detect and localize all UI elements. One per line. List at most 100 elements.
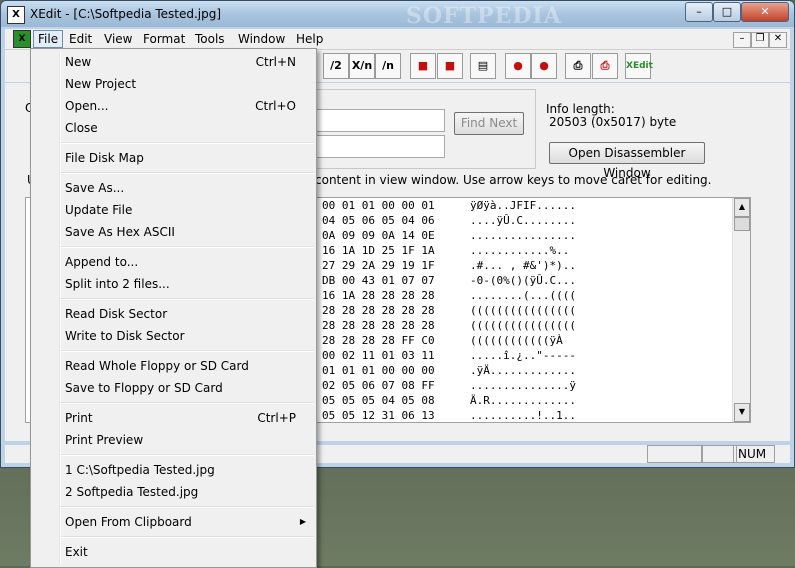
print-icon[interactable]: ⎙ <box>565 53 591 79</box>
title-bar[interactable]: X XEdit - [C:\Softpedia Tested.jpg] SOFT… <box>1 1 794 29</box>
file-menu-item-label: Read Whole Floppy or SD Card <box>65 359 249 373</box>
close-button[interactable]: ✕ <box>741 2 789 22</box>
file-menu-item[interactable]: Close <box>33 117 314 139</box>
file-menu-item[interactable]: Read Whole Floppy or SD Card <box>33 355 314 377</box>
mdi-restore-button[interactable]: ❐ <box>751 32 769 48</box>
mdi-close-button[interactable]: ✕ <box>769 32 787 48</box>
file-menu-item[interactable]: Write to Disk Sector <box>33 325 314 347</box>
hex-ascii-row[interactable]: .#... , #&')*).. <box>470 258 583 273</box>
file-menu-item[interactable]: Print Ctrl+P <box>33 407 314 429</box>
find-next-button[interactable]: Find Next <box>454 112 524 135</box>
toolbar-button-divide-two[interactable]: /2 <box>323 53 349 79</box>
file-menu-item-label: Open From Clipboard <box>65 515 192 529</box>
file-menu-item[interactable]: Open From Clipboard ▶ <box>33 511 314 533</box>
menu-tools[interactable]: Tools <box>191 31 229 47</box>
hex-bytes-row[interactable]: DB 00 43 01 07 07 <box>322 273 435 288</box>
file-menu-item[interactable]: Save As... <box>33 177 314 199</box>
hex-ascii-row[interactable]: .ÿÄ............. <box>470 363 583 378</box>
hex-bytes-row[interactable]: 0A 09 09 0A 14 0E <box>322 228 435 243</box>
hex-bytes-row[interactable]: 04 05 06 05 04 06 <box>322 213 435 228</box>
hex-ascii-row[interactable]: ....ÿÛ.C........ <box>470 213 583 228</box>
hex-ascii-row[interactable]: ÿØÿà..JFIF...... <box>470 198 583 213</box>
hex-bytes-row[interactable]: 05 05 05 04 05 08 <box>322 393 435 408</box>
mdi-minimize-button[interactable]: – <box>733 32 751 48</box>
scroll-thumb[interactable] <box>734 217 750 231</box>
hex-bytes-column[interactable]: 00 01 01 00 00 01 04 05 06 05 04 06 0A 09 … <box>322 198 435 422</box>
hex-ascii-row[interactable]: .....î.¿.."----- <box>470 348 583 363</box>
file-menu-item-label: Write to Disk Sector <box>65 329 185 343</box>
file-menu-item-label: New <box>65 55 92 69</box>
hex-ascii-column[interactable]: ÿØÿà..JFIF...... ....ÿÛ.C................… <box>470 198 583 422</box>
hex-bytes-row[interactable]: 00 02 11 01 03 11 <box>322 348 435 363</box>
menu-separator <box>61 506 314 508</box>
vertical-scrollbar[interactable]: ▲ ▼ <box>732 198 750 422</box>
hex-bytes-row[interactable]: 28 28 28 28 28 28 <box>322 303 435 318</box>
file-menu-item[interactable]: File Disk Map <box>33 147 314 169</box>
replace-input[interactable] <box>315 135 445 158</box>
hex-bytes-row[interactable]: 28 28 28 28 FF C0 <box>322 333 435 348</box>
file-menu-item[interactable]: Read Disk Sector <box>33 303 314 325</box>
find-icon[interactable]: ● <box>505 53 531 79</box>
hex-bytes-row[interactable]: 00 01 01 00 00 01 <box>322 198 435 213</box>
info-length-label: Info length: <box>546 102 615 116</box>
save-disk-icon[interactable]: ■ <box>410 53 436 79</box>
open-disassembler-button[interactable]: Open Disassembler Window <box>549 142 705 180</box>
hex-bytes-row[interactable]: 02 05 06 07 08 FF <box>322 378 435 393</box>
maximize-button[interactable]: □ <box>713 2 741 22</box>
file-menu-item-label: Close <box>65 121 98 135</box>
menu-window[interactable]: Window <box>234 31 289 47</box>
menu-help[interactable]: Help <box>292 31 327 47</box>
scroll-down-arrow-icon[interactable]: ▼ <box>734 403 750 422</box>
minimize-button[interactable]: – <box>685 2 713 22</box>
file-menu-item[interactable]: Save to Floppy or SD Card <box>33 377 314 399</box>
file-menu-item-label: Read Disk Sector <box>65 307 168 321</box>
hex-bytes-row[interactable]: 16 1A 28 28 28 28 <box>322 288 435 303</box>
menu-separator <box>61 536 314 538</box>
hex-bytes-row[interactable]: 16 1A 1D 25 1F 1A <box>322 243 435 258</box>
about-xedit-icon[interactable]: XEdit <box>625 53 653 79</box>
menu-edit[interactable]: Edit <box>65 31 96 47</box>
file-menu-item[interactable]: Open... Ctrl+O <box>33 95 314 117</box>
file-menu-item[interactable]: Update File <box>33 199 314 221</box>
file-menu-item-label: Save As... <box>65 181 125 195</box>
save-disk-2-icon[interactable]: ■ <box>437 53 463 79</box>
toolbar-button-divide-n[interactable]: /n <box>375 53 401 79</box>
menu-format[interactable]: Format <box>139 31 189 47</box>
file-menu-item[interactable]: Print Preview <box>33 429 314 451</box>
document-icon[interactable]: X <box>13 30 31 48</box>
file-menu-item[interactable]: New Project <box>33 73 314 95</box>
app-icon[interactable]: X <box>7 6 25 24</box>
menu-view[interactable]: View <box>100 31 136 47</box>
file-menu-item[interactable]: 1 C:\Softpedia Tested.jpg <box>33 459 314 481</box>
hex-ascii-row[interactable]: -0-(0%()(ÿÛ.C... <box>470 273 583 288</box>
file-menu-item-shortcut: Ctrl+P <box>257 411 296 425</box>
hex-bytes-row[interactable]: 01 01 01 00 00 00 <box>322 363 435 378</box>
search-input[interactable] <box>315 109 445 132</box>
print-red-icon[interactable]: ⎙ <box>592 53 618 79</box>
find-next-icon[interactable]: ● <box>531 53 557 79</box>
hex-bytes-row[interactable]: 27 29 2A 29 19 1F <box>322 258 435 273</box>
menu-file[interactable]: File <box>33 30 64 48</box>
hex-ascii-row[interactable]: (((((((((((((((( <box>470 303 583 318</box>
hex-bytes-row[interactable]: 28 28 28 28 28 28 <box>322 318 435 333</box>
hex-ascii-row[interactable]: ..........!..1.. <box>470 408 583 422</box>
hex-ascii-row[interactable]: ............%.. <box>470 243 583 258</box>
hex-bytes-row[interactable]: 05 05 12 31 06 13 <box>322 408 435 422</box>
hex-ascii-row[interactable]: ........(...(((( <box>470 288 583 303</box>
file-menu-item-label: 1 C:\Softpedia Tested.jpg <box>65 463 215 477</box>
toolbar-button-x-divide-n[interactable]: X/n <box>349 53 375 79</box>
file-menu-item[interactable]: Save As Hex ASCII <box>33 221 314 243</box>
scroll-up-arrow-icon[interactable]: ▲ <box>734 198 750 217</box>
file-menu-item[interactable]: Split into 2 files... <box>33 273 314 295</box>
print-preview-icon[interactable]: ▤ <box>470 53 496 79</box>
file-menu-item[interactable]: Exit <box>33 541 314 563</box>
hex-ascii-row[interactable]: (((((((((((((((( <box>470 318 583 333</box>
file-menu-item[interactable]: New Ctrl+N <box>33 51 314 73</box>
hex-ascii-row[interactable]: ...............ÿ <box>470 378 583 393</box>
hex-ascii-row[interactable]: ((((((((((((ÿÀ <box>470 333 583 348</box>
hex-ascii-row[interactable]: Ä.R............. <box>470 393 583 408</box>
file-menu-item[interactable]: 2 Softpedia Tested.jpg <box>33 481 314 503</box>
file-menu-item[interactable]: Append to... <box>33 251 314 273</box>
watermark-logo: SOFTPEDIA <box>406 3 562 29</box>
hex-ascii-row[interactable]: ................ <box>470 228 583 243</box>
